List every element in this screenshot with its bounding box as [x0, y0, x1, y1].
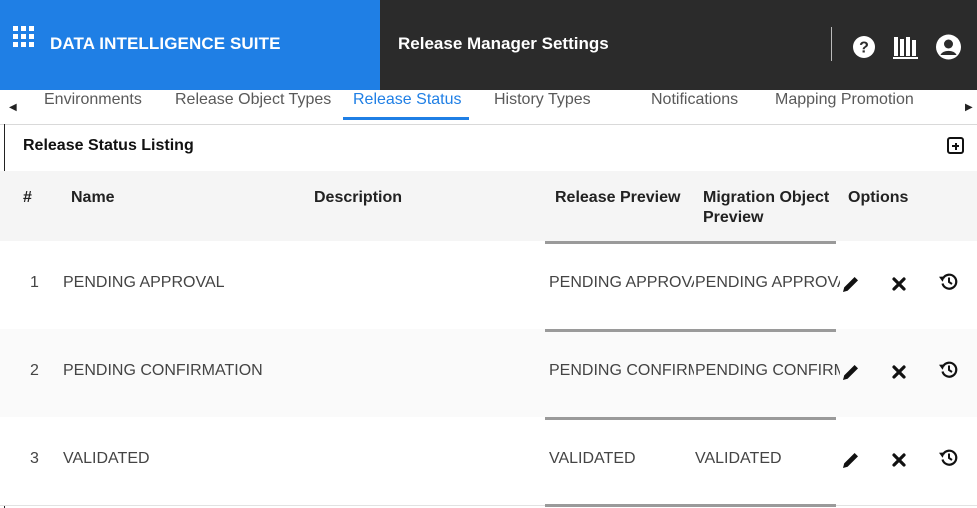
row-release-preview: PENDING CONFIRMATION [549, 362, 694, 379]
history-icon[interactable] [937, 446, 959, 468]
row-migration-preview: VALIDATED [695, 450, 782, 467]
tabs-scroll-left-icon[interactable]: ◀ [9, 102, 17, 113]
row-release-preview: VALIDATED [549, 450, 636, 467]
row-number: 1 [30, 274, 39, 291]
col-header-release-preview[interactable]: Release Preview [555, 188, 680, 208]
edit-icon[interactable] [840, 361, 862, 383]
brand-bar: DATA INTELLIGENCE SUITE [0, 0, 380, 90]
preview-top-border [545, 241, 836, 244]
col-header-name[interactable]: Name [71, 188, 115, 208]
tab-notifications[interactable]: Notifications [651, 90, 738, 122]
preview-top-border [545, 329, 836, 332]
settings-tabs: ◀ Environments Release Object Types Rele… [0, 90, 977, 125]
row-name: PENDING CONFIRMATION [63, 362, 263, 379]
preview-bottom-border [545, 504, 836, 507]
row-migration-preview: PENDING APPROVAL [695, 274, 840, 291]
row-migration-preview: PENDING CONFIRMATION [695, 362, 840, 379]
table-row: 1 PENDING APPROVAL PENDING APPROVAL PEND… [0, 241, 977, 330]
history-icon[interactable] [937, 270, 959, 292]
brand-title: DATA INTELLIGENCE SUITE [50, 34, 281, 53]
edit-icon[interactable] [840, 449, 862, 471]
tab-release-status[interactable]: Release Status [343, 90, 469, 120]
apps-grid-icon[interactable] [13, 26, 34, 47]
col-header-description[interactable]: Description [314, 188, 402, 208]
user-icon[interactable] [935, 34, 962, 60]
help-icon[interactable]: ? [852, 34, 876, 60]
row-number: 3 [30, 450, 39, 467]
tab-environments[interactable]: Environments [44, 90, 142, 122]
col-header-options: Options [848, 189, 909, 206]
svg-text:?: ? [859, 40, 869, 57]
col-header-migration-preview[interactable]: Migration Object [703, 188, 829, 208]
app-header: DATA INTELLIGENCE SUITE Release Manager … [0, 0, 977, 90]
tab-release-object-types[interactable]: Release Object Types [175, 90, 331, 122]
row-release-preview: PENDING APPROVAL [549, 274, 694, 291]
table-row: 3 VALIDATED VALIDATED VALIDATED [0, 417, 977, 507]
preview-top-border [545, 417, 836, 420]
col-header-migration-preview-line2: Preview [703, 209, 764, 226]
row-name: PENDING APPROVAL [63, 274, 225, 291]
delete-icon[interactable] [888, 449, 910, 471]
delete-icon[interactable] [888, 361, 910, 383]
history-icon[interactable] [937, 358, 959, 380]
delete-icon[interactable] [888, 273, 910, 295]
col-header-number: # [23, 189, 32, 206]
header-divider [831, 27, 832, 61]
section-title: Release Status Listing [23, 137, 194, 154]
table-header: # Name Description Release Preview Migra… [0, 171, 977, 241]
library-icon[interactable] [893, 34, 919, 60]
row-number: 2 [30, 362, 39, 379]
row-name: VALIDATED [63, 450, 150, 467]
edit-icon[interactable] [840, 273, 862, 295]
tab-history-types[interactable]: History Types [494, 90, 591, 122]
tab-mapping-promotion[interactable]: Mapping Promotion [775, 90, 914, 122]
table-row: 2 PENDING CONFIRMATION PENDING CONFIRMAT… [0, 329, 977, 418]
page-title: Release Manager Settings [398, 34, 609, 53]
tabs-scroll-right-icon[interactable]: ▶ [965, 102, 973, 113]
add-icon[interactable] [947, 137, 964, 154]
